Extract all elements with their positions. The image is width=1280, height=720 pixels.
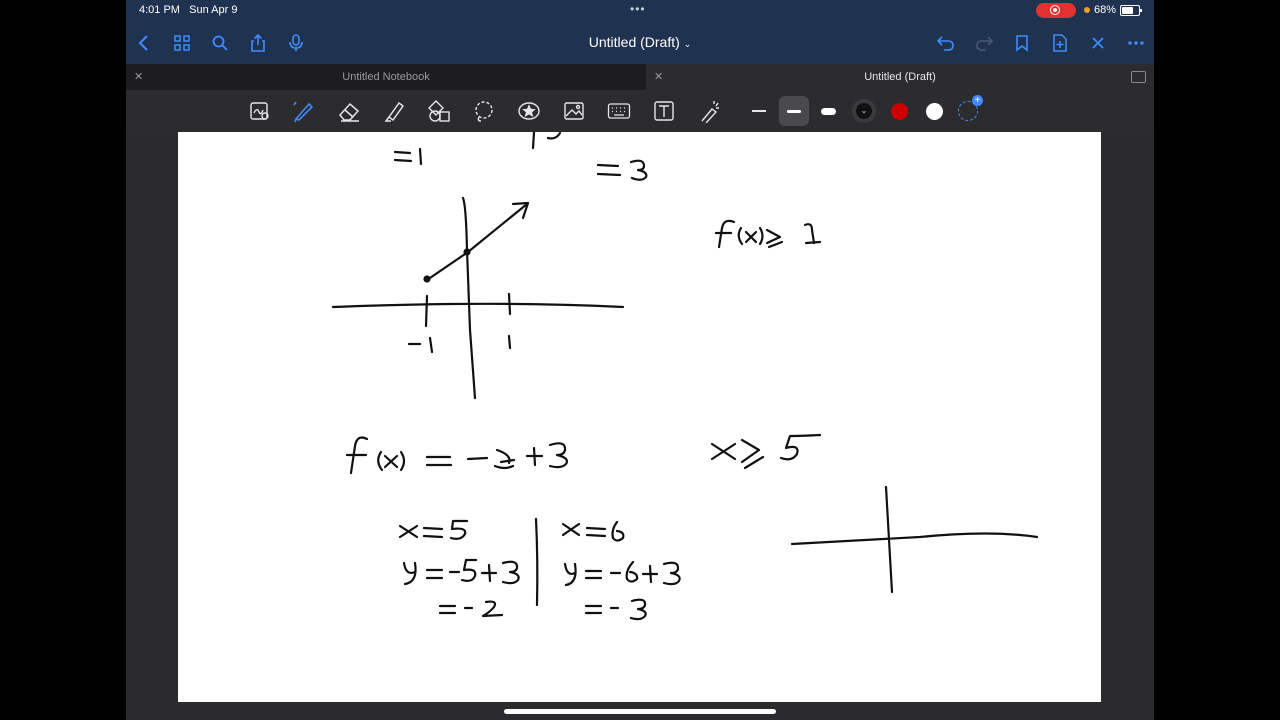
battery-percent: 68% [1094,4,1117,16]
bookmark-icon[interactable] [1008,22,1036,64]
keyboard-icon[interactable] [604,96,634,126]
document-title[interactable]: Untitled (Draft) [589,34,680,50]
handwritten-divider-line [534,517,539,607]
handwritten-x-equals-6 [561,520,625,542]
hand-drawn-axes-2 [790,485,1039,594]
highlighter-icon[interactable] [379,96,409,126]
split-view-icon[interactable] [1131,71,1146,83]
handwritten-y-equals-neg6-plus-3 [563,560,681,587]
thick-stroke-option[interactable] [813,96,843,126]
tab-label: Untitled Notebook [342,71,430,83]
pen-icon[interactable] [289,96,319,126]
handwritten-equals-three [596,159,648,181]
handwritten-minus-one [407,336,434,354]
graph-point [423,275,431,283]
sticker-icon[interactable] [514,96,544,126]
multitasking-dots-icon[interactable]: ••• [630,2,646,16]
ipad-screen: 4:01 PM Sun Apr 9 ••• 68% Untitled (Draf… [126,0,1154,720]
mic-indicator-icon [1084,7,1090,13]
status-time: 4:01 PM [139,4,180,16]
tab-untitled-notebook[interactable]: ✕ Untitled Notebook [126,64,646,90]
color-black-swatch[interactable]: ⌄ [849,96,879,126]
handwritten-f-x-equals-neg-x-plus-3 [345,436,569,475]
battery-icon [1120,5,1142,16]
add-color-icon[interactable]: + [953,95,983,126]
tab-label: Untitled (Draft) [864,71,936,83]
handwritten-equals-one [393,147,423,166]
screen-record-icon[interactable] [1036,3,1076,18]
handwritten-fragment [531,132,562,150]
drawing-toolbar: ⌄ + [126,90,1154,132]
close-icon[interactable] [1084,22,1112,64]
home-indicator[interactable] [504,709,776,714]
tab-close-icon[interactable]: ✕ [654,64,663,90]
text-icon[interactable] [649,96,679,126]
handwritten-f-x-geq-1 [714,219,822,249]
notebook-page[interactable] [178,132,1101,702]
title-chevron-icon[interactable]: ⌄ [684,39,692,49]
more-icon[interactable] [1122,22,1150,64]
status-date: Sun Apr 9 [189,4,238,16]
laser-pointer-icon[interactable] [694,96,724,126]
eraser-icon[interactable] [334,96,364,126]
handwritten-one [507,334,512,350]
handwritten-x-geq-5 [710,433,822,470]
tab-untitled-draft[interactable]: ✕ Untitled (Draft) [646,64,1154,90]
status-bar: 4:01 PM Sun Apr 9 ••• 68% [126,0,1154,22]
lasso-icon[interactable] [469,96,499,126]
tab-close-icon[interactable]: ✕ [134,64,143,90]
shapes-icon[interactable] [424,96,454,126]
handwriting-canvas[interactable] [178,132,1101,702]
navigation-bar: Untitled (Draft) ⌄ [126,22,1154,64]
handwritten-y-equals-neg5-plus-3 [402,558,520,586]
hand-drawn-line-with-arrow [425,201,530,282]
handwritten-equals-neg3 [584,598,647,621]
zoom-lasso-icon[interactable] [245,96,275,126]
handwritten-equals-neg2 [438,600,504,618]
medium-stroke-option[interactable] [779,96,809,126]
color-red-swatch[interactable] [884,96,914,126]
thin-stroke-option[interactable] [744,96,774,126]
image-icon[interactable] [559,96,589,126]
undo-icon[interactable] [932,22,960,64]
graph-point [463,248,471,256]
handwritten-x-equals-5 [398,519,469,540]
color-white-swatch[interactable] [919,96,949,126]
tab-bar: ✕ Untitled Notebook ✕ Untitled (Draft) [126,64,1154,90]
add-page-icon[interactable] [1046,22,1074,64]
hand-drawn-axes-1 [331,196,625,400]
redo-icon[interactable] [970,22,998,64]
